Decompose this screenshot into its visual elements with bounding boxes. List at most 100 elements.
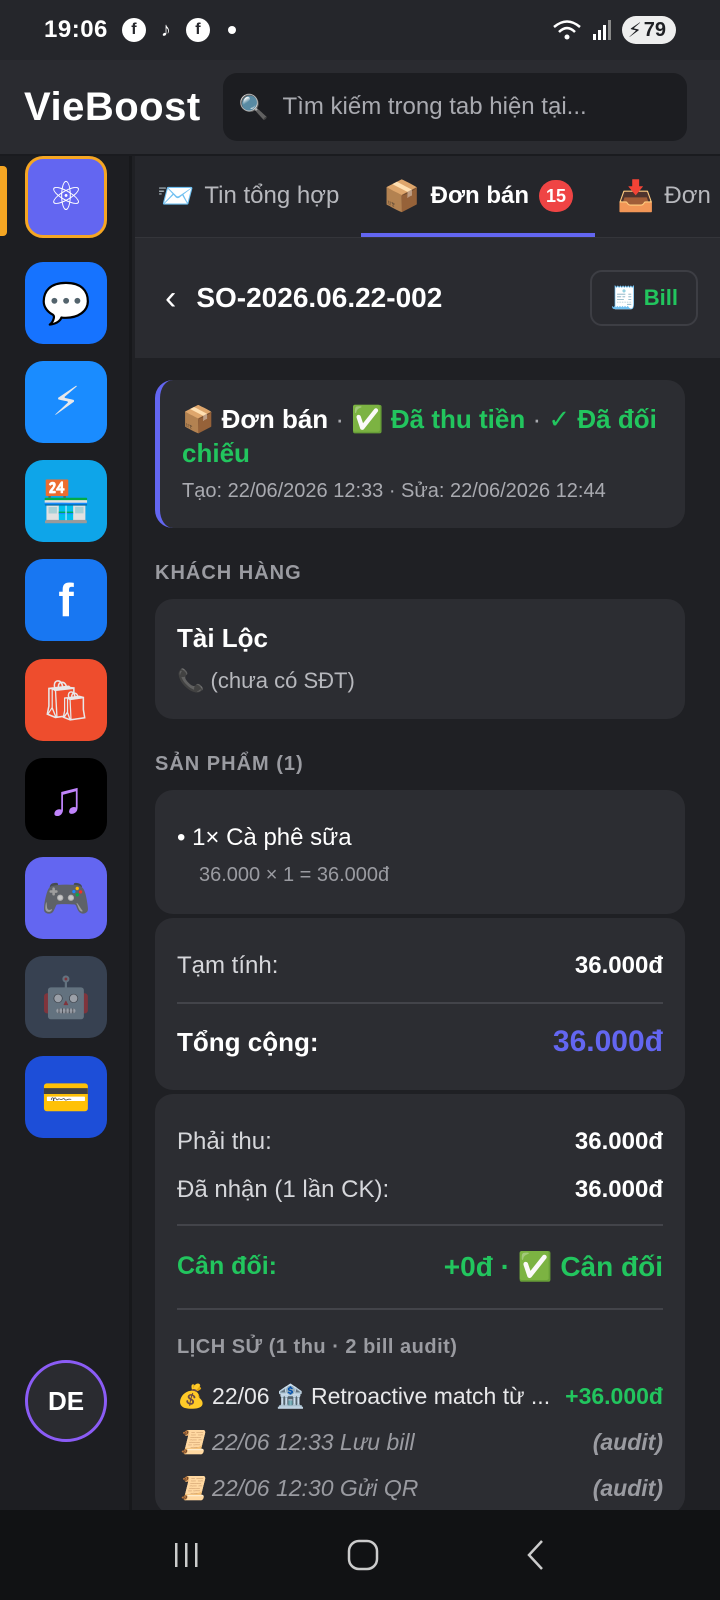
product-calc: 36.000 × 1 = 36.000đ [199, 864, 390, 886]
credit-card-icon: 💳 [41, 1075, 91, 1120]
search-icon: 🔍 [238, 93, 269, 121]
history-text: 📜 22/06 12:30 Gửi QR [177, 1474, 419, 1501]
history-row[interactable]: 📜 22/06 12:33 Lưu bill (audit) [177, 1419, 663, 1465]
search-input[interactable] [282, 93, 663, 121]
status-line: 📦 Đơn bán · ✅ Đã thu tiền · ✓ Đã đối chi… [182, 404, 657, 468]
gamepad-icon: 🎮 [41, 876, 91, 921]
tiktok-icon: ♪ [160, 18, 171, 41]
total-label: Tổng cộng: [177, 1026, 319, 1057]
bolt-icon: ⚡ [51, 380, 81, 424]
order-status-card: 📦 Đơn bán · ✅ Đã thu tiền · ✓ Đã đối chi… [155, 380, 685, 528]
main-panel: 📨 Tin tổng hợp 📦 Đơn bán 15 📥 Đơn ‹ SO-2… [135, 156, 720, 1510]
sidebar-app-facebook[interactable]: f [25, 559, 107, 641]
history-text: 📜 22/06 12:33 Lưu bill [177, 1428, 415, 1455]
received-row: Đã nhận (1 lần CK): 36.000đ [177, 1172, 663, 1208]
order-id: SO-2026.06.22-002 [196, 282, 443, 313]
product-item: • 1× Cà phê sữa 36.000 × 1 = 36.000đ [155, 790, 685, 914]
user-avatar[interactable]: DE [25, 1360, 107, 1442]
order-type: 📦 Đơn bán [182, 404, 329, 434]
history-audit-tag: (audit) [592, 1474, 663, 1501]
history-row[interactable]: 📜 22/06 12:30 Gửi QR (audit) [177, 1465, 663, 1510]
network-icon: ⚛ [48, 175, 84, 219]
system-nav-bar [0, 1510, 720, 1600]
battery-level: 79 [643, 18, 666, 41]
facebook-icon: f [185, 18, 210, 42]
bill-button[interactable]: 🧾 Bill [590, 270, 698, 326]
tab-count-badge: 15 [539, 180, 574, 212]
tab-label: Đơn bán [430, 182, 530, 209]
signal-icon [592, 20, 611, 40]
balance-label: Cân đối: [177, 1251, 277, 1280]
home-icon[interactable] [346, 1538, 380, 1572]
inbox-tray-icon: 📥 [617, 179, 655, 213]
order-header: ‹ SO-2026.06.22-002 🧾 Bill [135, 238, 720, 358]
receipt-icon: 🧾 [610, 285, 638, 310]
sidebar-app-chat[interactable]: 💬 [25, 262, 107, 344]
order-timestamps: Tạo: 22/06/2026 12:33 · Sửa: 22/06/2026 … [182, 480, 606, 502]
customer-card[interactable]: Tài Lộc 📞 (chưa có SĐT) [155, 599, 685, 719]
search-box[interactable]: 🔍 [222, 73, 687, 141]
divider [177, 1002, 663, 1004]
customer-section-label: KHÁCH HÀNG [155, 562, 302, 584]
history-label: LỊCH SỬ (1 thu · 2 bill audit) [177, 1336, 458, 1358]
history-row[interactable]: 💰 22/06 🏦 Retroactive match từ ... +36.0… [177, 1373, 663, 1419]
order-detail: 📦 Đơn bán · ✅ Đã thu tiền · ✓ Đã đối chi… [155, 380, 685, 1510]
totals-card: Tạm tính: 36.000đ Tổng cộng: 36.000đ [155, 918, 685, 1090]
sidebar-app-credit-card[interactable]: 💳 [25, 1056, 107, 1138]
music-icon: ♫ [48, 772, 84, 826]
subtotal-row: Tạm tính: 36.000đ [177, 948, 663, 984]
customer-name: Tài Lộc [177, 623, 269, 653]
divider [177, 1224, 663, 1226]
received-label: Đã nhận (1 lần CK): [177, 1176, 390, 1203]
facebook-icon: f [58, 574, 74, 626]
recent-apps-icon[interactable] [172, 1541, 202, 1569]
received-value: 36.000đ [574, 1176, 663, 1203]
due-label: Phải thu: [177, 1128, 272, 1155]
sidebar-app-bolt[interactable]: ⚡ [25, 361, 107, 443]
tab-don-ban[interactable]: 📦 Đơn bán 15 [361, 156, 595, 237]
history-amount: +36.000đ [565, 1382, 663, 1409]
sidebar-app-shopping-bags[interactable]: 🛍 [25, 659, 107, 741]
history-text: 💰 22/06 🏦 Retroactive match từ ... [177, 1382, 551, 1409]
subtotal-value: 36.000đ [574, 952, 663, 979]
sidebar-app-network[interactable]: ⚛ [25, 156, 107, 238]
envelope-icon: 📨 [157, 179, 195, 213]
total-row: Tổng cộng: 36.000đ [177, 1024, 663, 1060]
sidebar-app-music[interactable]: ♫ [25, 758, 107, 840]
shopping-bags-icon: 🛍 [40, 678, 92, 723]
balance-value: +0đ · ✅ Cân đối [443, 1250, 663, 1282]
divider [177, 1308, 663, 1310]
more-notifications-dot [227, 26, 236, 34]
package-icon: 📦 [383, 179, 421, 213]
total-value: 36.000đ [552, 1025, 663, 1058]
app-title: VieBoost [24, 84, 201, 129]
due-row: Phải thu: 36.000đ [177, 1124, 663, 1160]
products-section-label: SẢN PHẨM (1) [155, 753, 304, 775]
app-sidebar: ⚛ 💬 ⚡ 🏪 f 🛍 ♫ 🎮 🤖 💳 DE [0, 156, 132, 1510]
paid-status: ✅ Đã thu tiền [351, 404, 526, 434]
tab-label: Đơn [664, 182, 711, 209]
tab-tin-tong-hop[interactable]: 📨 Tin tổng hợp [135, 156, 361, 237]
sidebar-app-gamepad[interactable]: 🎮 [25, 857, 107, 939]
sidebar-app-store-24h[interactable]: 🏪 [25, 460, 107, 542]
robot-icon: 🤖 [41, 975, 91, 1020]
history-list: 💰 22/06 🏦 Retroactive match từ ... +36.0… [177, 1373, 663, 1510]
clock: 19:06 [44, 16, 108, 43]
due-value: 36.000đ [574, 1128, 663, 1155]
sidebar-app-robot[interactable]: 🤖 [25, 956, 107, 1038]
facebook-icon: f [121, 18, 146, 42]
back-button[interactable]: ‹ [165, 279, 176, 318]
back-nav-icon[interactable] [524, 1538, 548, 1572]
tab-bar: 📨 Tin tổng hợp 📦 Đơn bán 15 📥 Đơn [135, 156, 720, 238]
payment-card: Phải thu: 36.000đ Đã nhận (1 lần CK): 36… [155, 1094, 685, 1510]
chat-icon: 💬 [41, 281, 91, 326]
history-audit-tag: (audit) [592, 1428, 663, 1455]
app-header: VieBoost 🔍 [0, 60, 720, 156]
charging-bolt-icon: ⚡ [627, 19, 642, 42]
tab-don-nhap[interactable]: 📥 Đơn [595, 156, 720, 237]
wifi-icon [552, 20, 581, 40]
subtotal-label: Tạm tính: [177, 952, 279, 979]
notification-icons: f ♪ f [121, 18, 236, 42]
active-indicator [0, 166, 7, 236]
tab-label: Tin tổng hợp [204, 182, 340, 209]
